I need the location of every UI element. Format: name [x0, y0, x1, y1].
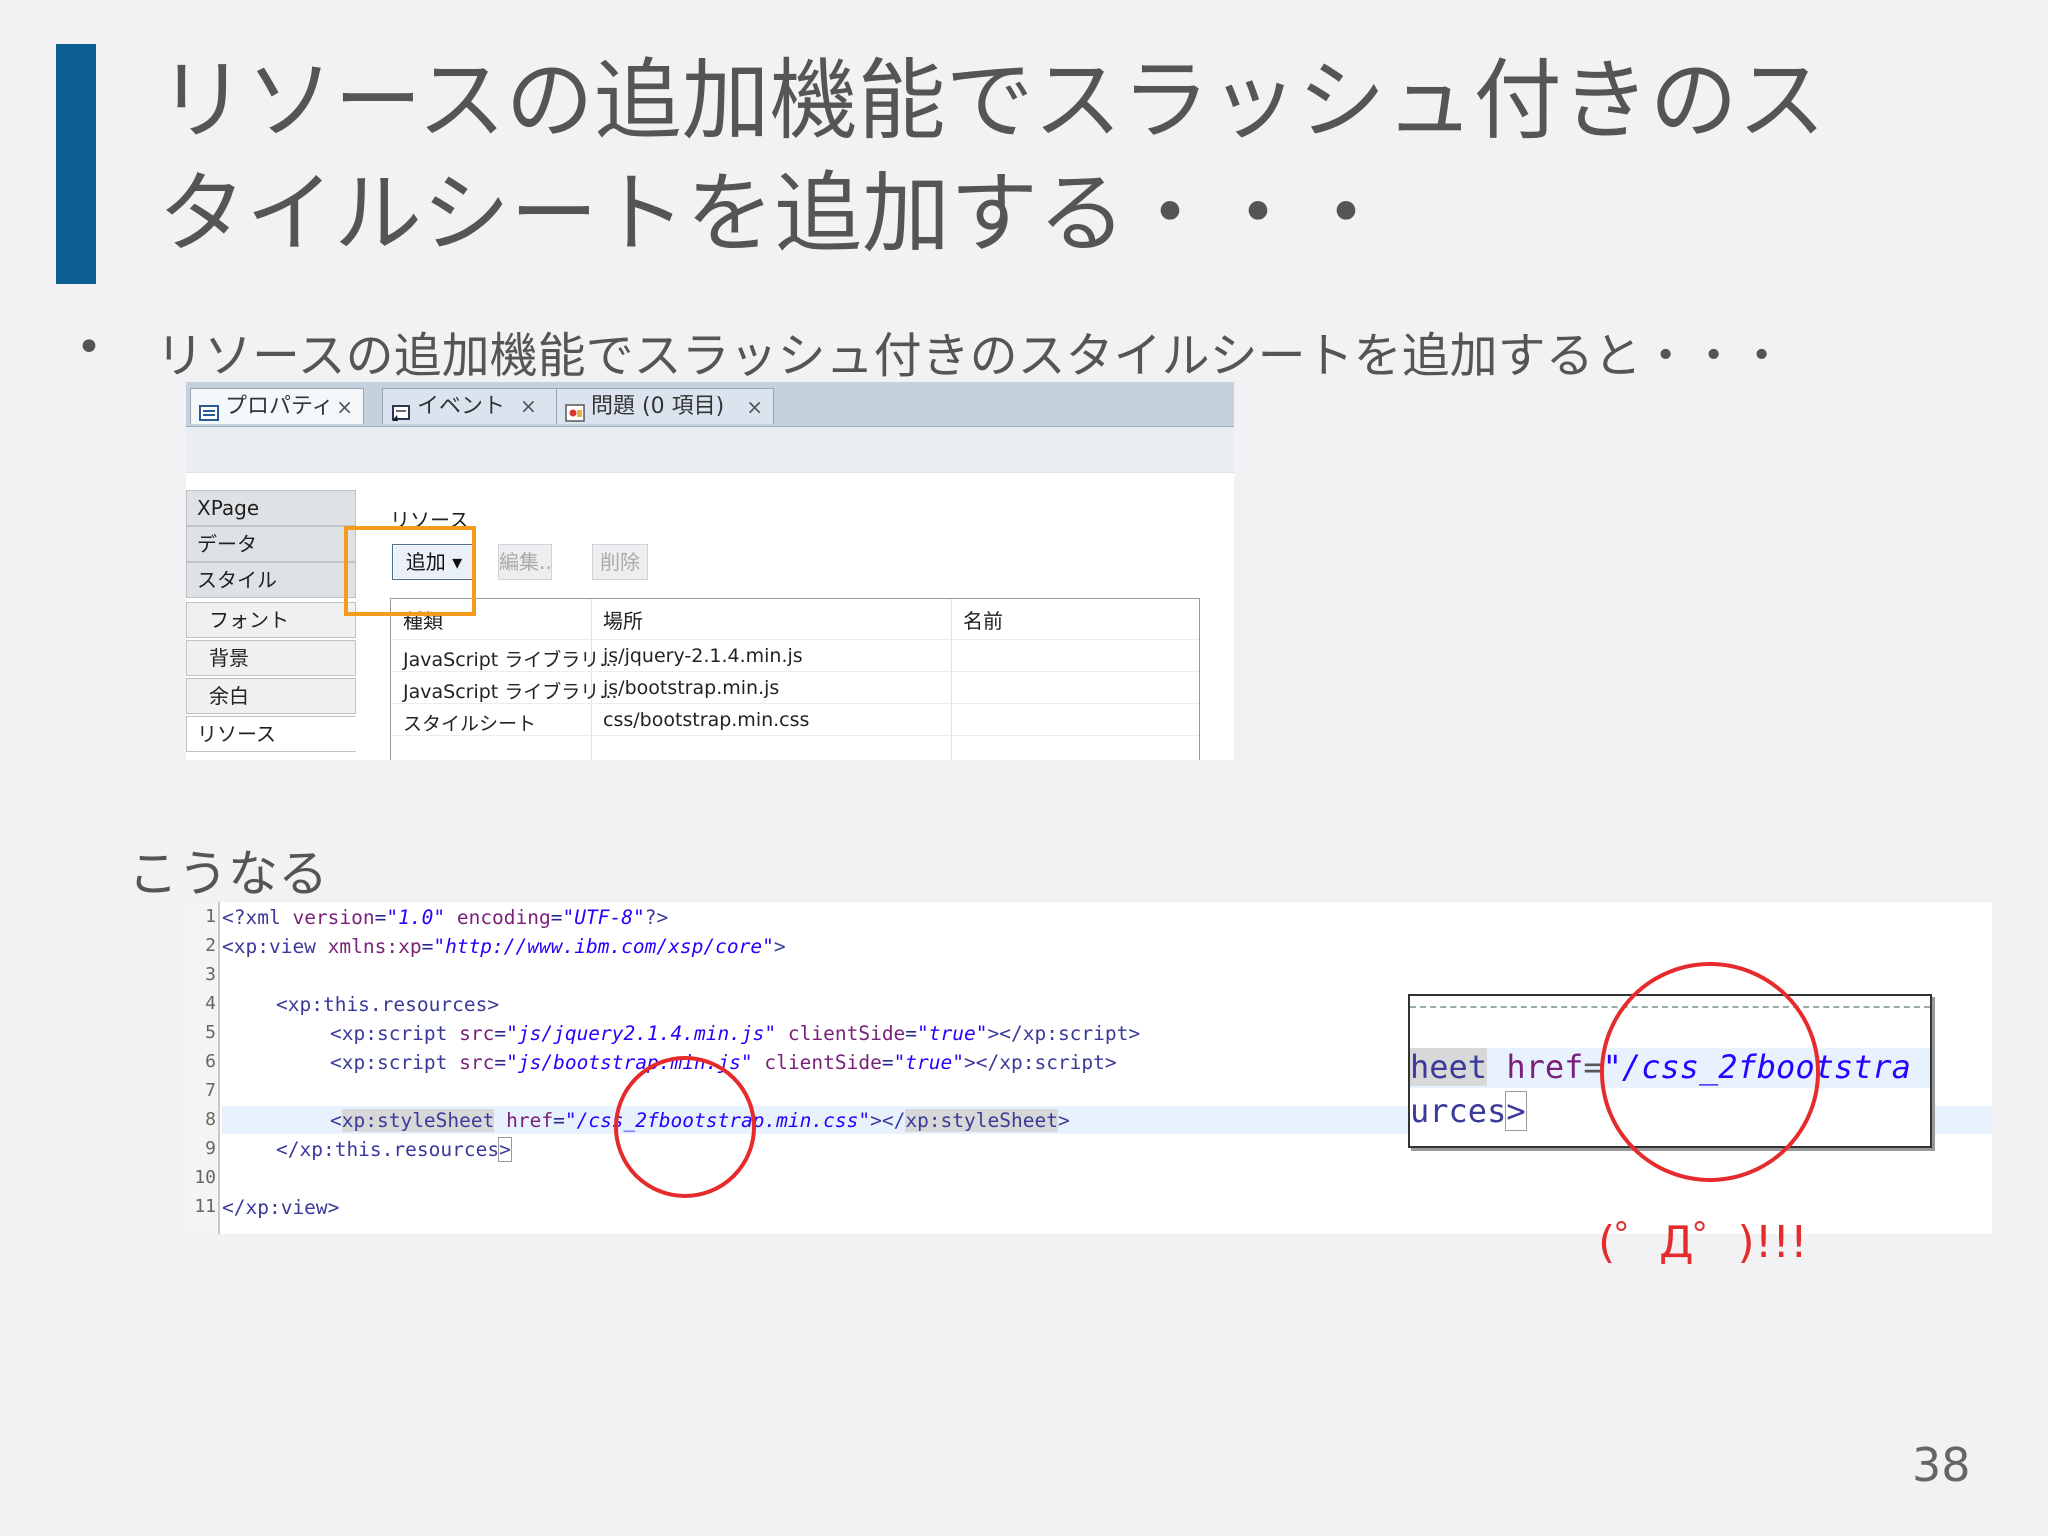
nav-item-font[interactable]: フォント	[186, 602, 356, 638]
code-line[interactable]: <xp:script src="js/jquery2.1.4.min.js" c…	[330, 1022, 1140, 1045]
bullet-dot: •	[76, 322, 102, 373]
resources-table: 種類 場所 名前 JavaScript ライブラリ... js/jquery-2…	[390, 598, 1200, 760]
property-nav: XPage データ スタイル フォント 背景 余白 リソース	[186, 490, 356, 760]
properties-icon	[199, 398, 219, 421]
close-icon[interactable]: ×	[336, 389, 353, 425]
zoom-line: urces>	[1410, 1091, 1527, 1131]
line-number: 10	[194, 1167, 216, 1188]
nav-item-style[interactable]: スタイル	[186, 562, 356, 598]
line-number: 5	[205, 1022, 216, 1043]
tab-problems[interactable]: 問題 (0 項目) ×	[556, 388, 774, 424]
bullet-text: リソースの追加機能でスラッシュ付きのスタイルシートを追加すると・・・	[156, 328, 1786, 384]
delete-button[interactable]: 削除	[592, 544, 648, 580]
line-number: 9	[205, 1138, 216, 1159]
nav-item-xpage[interactable]: XPage	[186, 490, 356, 526]
close-icon[interactable]: ×	[520, 388, 537, 424]
close-icon[interactable]: ×	[746, 389, 763, 425]
events-icon	[391, 398, 411, 421]
code-line[interactable]: <xp:this.resources>	[276, 993, 499, 1016]
tab-label: 問題 (0 項目)	[591, 394, 725, 419]
slide-title-line2: タイルシートを追加する・・・	[158, 162, 1391, 265]
line-number: 2	[205, 935, 216, 956]
slide-title-line1: リソースの追加機能でスラッシュ付きのス	[158, 49, 1826, 152]
code-line[interactable]: <xp:view xmlns:xp="http://www.ibm.com/xs…	[222, 935, 786, 958]
tab-properties[interactable]: プロパティ ×	[190, 388, 364, 424]
nav-item-resources[interactable]: リソース	[186, 716, 356, 752]
table-cell[interactable]: JavaScript ライブラリ...	[403, 677, 617, 704]
slide-title: リソースの追加機能でスラッシュ付きのス タイルシートを追加する・・・	[158, 44, 1998, 270]
column-header[interactable]: 名前	[963, 605, 1003, 634]
view-toolbar	[186, 427, 1234, 473]
caption: こうなる	[128, 845, 328, 903]
table-cell[interactable]: js/jquery-2.1.4.min.js	[603, 645, 803, 667]
code-line[interactable]: </xp:view>	[222, 1196, 339, 1219]
line-number: 3	[205, 964, 216, 985]
code-line[interactable]: </xp:this.resources>	[276, 1137, 512, 1162]
page-number: 38	[1912, 1438, 1971, 1492]
tab-label: プロパティ	[225, 394, 334, 419]
nav-item-data[interactable]: データ	[186, 526, 356, 562]
properties-panel: プロパティ × イベント × 問題 (0 項目) × XPage データ スタイ…	[186, 382, 1234, 760]
table-cell[interactable]: スタイルシート	[403, 709, 536, 736]
code-line[interactable]: <?xml version="1.0" encoding="UTF-8"?>	[222, 906, 668, 929]
red-circle-annotation	[1600, 962, 1820, 1182]
table-cell[interactable]: js/bootstrap.min.js	[603, 677, 779, 699]
title-accent-bar	[56, 44, 96, 284]
line-number: 6	[205, 1051, 216, 1072]
line-number: 8	[205, 1109, 216, 1130]
problems-icon	[565, 398, 585, 422]
surprise-text: (゜Д゜)!!!	[1598, 1217, 1808, 1268]
line-number: 11	[194, 1196, 216, 1217]
table-cell[interactable]: JavaScript ライブラリ...	[403, 645, 617, 672]
tab-label: イベント	[417, 394, 506, 419]
line-number: 7	[205, 1080, 216, 1101]
nav-item-background[interactable]: 背景	[186, 640, 356, 676]
red-circle-annotation	[614, 1056, 756, 1198]
column-header[interactable]: 場所	[603, 605, 643, 634]
line-number: 4	[205, 993, 216, 1014]
nav-item-margin[interactable]: 余白	[186, 678, 356, 714]
table-cell[interactable]: css/bootstrap.min.css	[603, 709, 809, 731]
line-number-gutter: 1 2 3 4 5 6 7 8 9 10 11	[186, 902, 220, 1234]
edit-button[interactable]: 編集...	[498, 544, 552, 580]
add-button-highlight	[344, 526, 476, 616]
view-tab-strip: プロパティ × イベント × 問題 (0 項目) ×	[186, 382, 1234, 427]
line-number: 1	[205, 906, 216, 927]
